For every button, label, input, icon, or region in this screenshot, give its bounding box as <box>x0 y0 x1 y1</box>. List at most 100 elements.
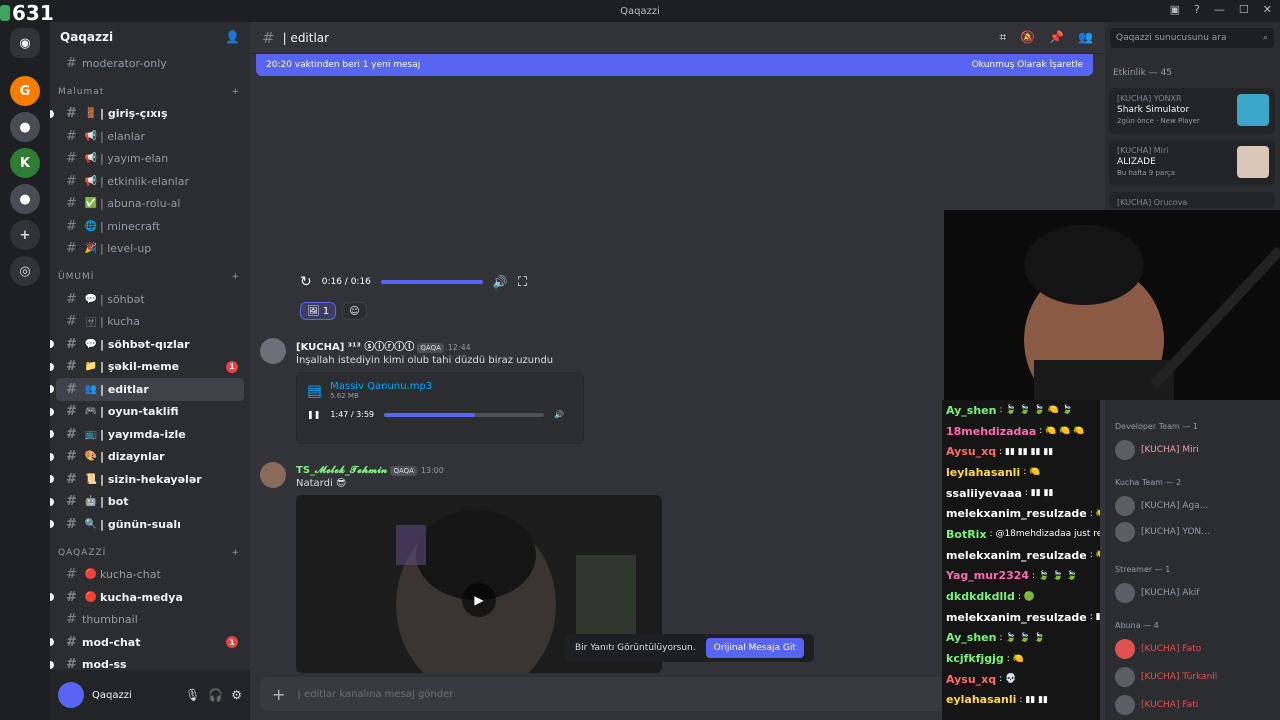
channel-emoji-icon: ✅ <box>84 198 98 210</box>
channel-sidebar: Qaqazzi 👤 # moderator-only Malumat + # 🚪 | gir… <box>50 22 250 720</box>
channel-item[interactable]: # 📺 | yayımda-izle <box>50 423 244 446</box>
pause-icon[interactable]: ❚❚ <box>307 410 320 419</box>
message-input[interactable]: + | editlar kanalına mesaj gönder <box>260 677 950 711</box>
avatar[interactable] <box>58 682 84 708</box>
add-channel-icon[interactable]: + <box>231 548 240 558</box>
member-group-header: Streamer — 1 <box>1115 565 1171 574</box>
go-to-original-button[interactable]: Orijinal Mesaja Git <box>705 638 804 658</box>
avatar[interactable] <box>260 338 286 364</box>
threads-icon[interactable]: ⌗ <box>999 30 1006 45</box>
hash-icon: # <box>66 634 77 650</box>
member-item[interactable]: [KUCHA] YON... <box>1115 522 1210 542</box>
mark-read-button[interactable]: Okunmuş Olarak İşaretle <box>972 60 1083 70</box>
audio-progress[interactable] <box>384 412 545 417</box>
channel-label: | yayım-elan <box>100 152 169 166</box>
pin-icon[interactable]: 📌 <box>1049 30 1064 45</box>
channel-item[interactable]: # 👥 | editlar <box>50 378 244 401</box>
hash-icon: # <box>66 589 77 605</box>
minimize-button[interactable]: — <box>1214 3 1225 16</box>
avatar[interactable] <box>260 462 286 488</box>
chat-username: Yag_mur2324 <box>946 569 1030 583</box>
server-icon-avatar-1[interactable]: ● <box>10 112 40 142</box>
play-icon[interactable]: ▶ <box>462 583 496 617</box>
webcam-image <box>944 210 1280 400</box>
member-item[interactable]: [KUCHA] Fati <box>1115 695 1198 715</box>
add-channel-icon[interactable]: + <box>231 272 240 282</box>
channel-item[interactable]: # 🎨 | dizaynlar <box>50 446 244 469</box>
server-header[interactable]: Qaqazzi 👤 <box>50 22 250 52</box>
volume-icon[interactable]: 🔊 <box>493 275 508 289</box>
channel-item[interactable]: # ✅ | abuna-rolu-al <box>56 193 244 216</box>
channel-item[interactable]: # moderator-only <box>56 52 244 75</box>
channel-item[interactable]: # 📢 | etkinlik-elanlar <box>56 170 244 193</box>
fullscreen-icon[interactable]: ⛶ <box>518 275 527 290</box>
member-item[interactable]: [KUCHA] Aga... <box>1115 496 1208 516</box>
add-channel-icon[interactable]: + <box>231 87 240 97</box>
chat-username: Aysu_xq <box>946 672 997 686</box>
member-item[interactable]: [KUCHA] Akif <box>1115 583 1199 603</box>
channel-item[interactable]: # 🔴 kucha-medya <box>50 586 244 609</box>
mic-icon[interactable]: 🎙 <box>185 688 200 702</box>
album-thumbnail <box>1237 146 1269 178</box>
channel-item[interactable]: # 📁 | şəkil-meme 1 <box>50 356 244 379</box>
replay-icon[interactable]: ↻ <box>300 274 312 290</box>
channel-item[interactable]: # 🔍 | günün-sualı <box>50 513 244 536</box>
activity-card[interactable]: [KUCHA] Orucova <box>1109 192 1275 208</box>
channel-item[interactable]: # 📜 | sizin-hekayələr <box>50 468 244 491</box>
server-icon-avatar-2[interactable]: ● <box>10 184 40 214</box>
settings-icon[interactable]: ⚙ <box>231 688 242 702</box>
channel-label: mod-chat <box>82 635 141 649</box>
help-icon[interactable]: ? <box>1194 3 1200 16</box>
member-item[interactable]: [KUCHA] Fato <box>1115 639 1201 659</box>
add-attachment-icon[interactable]: + <box>272 685 285 704</box>
category-header[interactable]: Malumat + <box>50 81 250 103</box>
message-author[interactable]: [KUCHA] ³¹³ ⓢⓘⓡⓘⓛ <box>296 342 414 353</box>
hash-icon: # <box>262 28 275 47</box>
channel-item[interactable]: # 📢 | elanlar <box>56 125 244 148</box>
member-item[interactable]: [KUCHA] Miri <box>1115 440 1199 460</box>
activity-card[interactable]: [KUCHA] Miri ALIZADE Bu hafta 9 parça <box>1109 140 1275 186</box>
reaction-button[interactable]: 🖼 1 <box>300 302 337 320</box>
add-reaction-icon[interactable]: ☺ <box>342 302 367 320</box>
channel-item[interactable]: # 🚪 | giriş-çıxış <box>50 103 244 126</box>
channel-item[interactable]: # 🎉 | level-up <box>56 238 244 261</box>
discord-home-icon[interactable]: ◉ <box>10 28 40 58</box>
channel-item[interactable]: # 📢 | yayım-elan <box>56 148 244 171</box>
channel-item[interactable]: # 🈂 | kucha <box>56 311 244 334</box>
category-header[interactable]: QAQAZZİ + <box>50 542 250 564</box>
channel-item[interactable]: # 🌐 | minecraft <box>56 215 244 238</box>
explore-icon[interactable]: ◎ <box>10 256 40 286</box>
channel-item[interactable]: # 🎮 | oyun-taklifi <box>50 401 244 424</box>
add-server-icon[interactable]: + <box>10 220 40 250</box>
member-item[interactable]: [KUCHA] Türkanli <box>1115 667 1217 687</box>
category-label: QAQAZZİ <box>58 547 107 558</box>
title-bar: 631 Qaqazzi ▣ ? — ☐ ✕ <box>0 0 1280 25</box>
unread-indicator <box>50 430 54 439</box>
channel-item[interactable]: # 🔴 kucha-chat <box>56 564 244 587</box>
channel-label: | şəkil-meme <box>100 360 180 374</box>
message-author[interactable]: TS_𝓜𝓮𝓵𝓮𝓴_𝓣𝓮𝓱𝓶𝓲𝓷 <box>296 465 387 476</box>
new-messages-bar[interactable]: 20:20 vaktinden beri 1 yeni mesaj Okunmu… <box>256 54 1093 76</box>
maximize-button[interactable]: ☐ <box>1239 3 1249 16</box>
headphone-icon[interactable]: 🎧 <box>208 688 223 702</box>
channel-emoji-icon: 🈂 <box>86 318 96 330</box>
video-progress[interactable] <box>380 280 483 284</box>
search-input[interactable]: Qaqazzi sunucusunu ara ⌕ <box>1110 28 1274 48</box>
category-header[interactable]: ÜMUMİ + <box>50 266 250 288</box>
inbox-icon[interactable]: ▣ <box>1170 3 1180 16</box>
attachment-filename[interactable]: Massiv Qanunu.mp3 <box>330 381 432 392</box>
channel-item[interactable]: # thumbnail <box>56 609 244 632</box>
members-icon[interactable]: 👥 <box>1078 30 1093 45</box>
channel-item[interactable]: # 🤖 | bot <box>50 491 244 514</box>
server-icon-kucha[interactable]: K <box>10 148 40 178</box>
channel-item[interactable]: # 💬 | söhbət <box>56 288 244 311</box>
invite-icon[interactable]: 👤 <box>225 30 240 44</box>
mute-icon[interactable]: 🔕 <box>1020 30 1035 45</box>
close-button[interactable]: ✕ <box>1263 3 1272 16</box>
channel-item[interactable]: # mod-chat 1 <box>50 631 244 654</box>
activity-card[interactable]: [KUCHA] YONXR Shark Simulator 2gün önce … <box>1109 88 1275 134</box>
volume-icon[interactable]: 🔊 <box>554 410 564 419</box>
server-icon-g[interactable]: G <box>10 76 40 106</box>
channel-item[interactable]: # 💬 | söhbət-qızlar <box>50 333 244 356</box>
activity-header: Etkinlik — 45 <box>1113 68 1173 78</box>
